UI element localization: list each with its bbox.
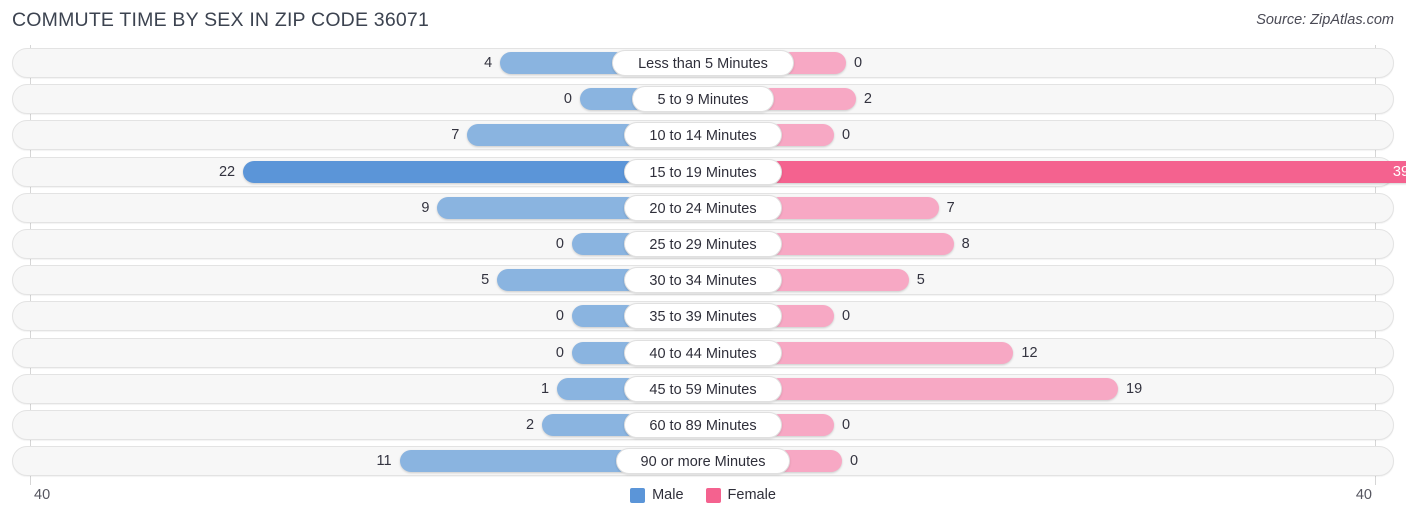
bar-male[interactable] [399,450,630,473]
category-label[interactable]: 45 to 59 Minutes [624,375,782,402]
table-row[interactable]: 5 5 30 to 34 Minutes [12,265,1394,296]
value-label-female: 0 [854,55,863,71]
bar-male[interactable] [500,52,626,74]
value-label-male: 0 [563,91,572,108]
value-label-female: 7 [946,199,955,216]
value-label-female: 12 [1021,344,1038,361]
value-label-male: 2 [526,417,535,433]
bar-male[interactable] [243,160,638,183]
value-label-female: 0 [842,308,851,325]
table-row[interactable]: 0 8 25 to 29 Minutes [12,229,1394,259]
bar-male[interactable] [497,269,638,292]
category-label[interactable]: 90 or more Minutes [616,448,790,475]
chart-plot-area: 4 0 Less than 5 Minutes 0 2 5 to 9 Minutes 7 0 1… [0,45,1406,485]
value-label-female: 5 [916,272,925,289]
table-row[interactable]: 4 0 Less than 5 Minutes [12,48,1394,78]
value-label-male: 7 [451,127,460,144]
table-row[interactable]: 2 0 60 to 89 Minutes [12,410,1394,440]
value-label-male: 5 [481,272,490,289]
bar-female[interactable] [768,341,1014,364]
table-row[interactable]: 11 0 90 or more Minutes [12,446,1394,477]
value-label-male: 1 [540,380,550,397]
category-label[interactable]: 35 to 39 Minutes [624,303,782,330]
table-row[interactable]: 1 19 45 to 59 Minutes [12,373,1394,404]
category-label[interactable]: 25 to 29 Minutes [624,231,782,257]
category-label[interactable]: 10 to 14 Minutes [624,122,782,149]
category-label[interactable]: 30 to 34 Minutes [624,267,782,294]
value-label-female: 0 [842,417,851,433]
table-row[interactable]: 0 2 5 to 9 Minutes [12,84,1394,115]
value-label-female: 0 [850,453,859,470]
value-label-female: 8 [961,236,970,252]
legend-label-male: Male [652,487,684,503]
value-label-male: 22 [218,163,236,180]
value-label-female: 2 [863,91,872,108]
category-label[interactable]: 40 to 44 Minutes [624,339,782,366]
legend-swatch-male-icon [630,487,646,503]
value-label-male: 0 [555,236,564,252]
chart-header: COMMUTE TIME BY SEX IN ZIP CODE 36071 So… [0,0,1406,42]
chart-legend: Male Female [0,487,1406,503]
value-label-male: 0 [555,344,564,361]
value-label-female: 19 [1126,380,1143,397]
bar-female[interactable] [768,233,954,255]
table-row[interactable]: 0 0 35 to 39 Minutes [12,301,1394,332]
table-row[interactable]: 9 7 20 to 24 Minutes [12,192,1394,223]
legend-label-female: Female [727,487,776,503]
table-row[interactable]: 7 0 10 to 14 Minutes [12,120,1394,151]
page-title: COMMUTE TIME BY SEX IN ZIP CODE 36071 [12,9,430,31]
value-label-male: 4 [484,55,493,71]
category-label[interactable]: 15 to 19 Minutes [624,158,782,185]
bar-male[interactable] [437,196,638,219]
category-label[interactable]: 20 to 24 Minutes [624,194,782,221]
source-attribution: Source: ZipAtlas.com [1256,12,1394,28]
value-label-male: 9 [421,199,430,216]
legend-swatch-female-icon [705,487,721,503]
bar-female[interactable] [768,269,909,292]
chart-footer: 40 40 Male Female [0,485,1406,523]
bar-female[interactable] [768,377,1119,400]
bar-male[interactable] [467,124,638,147]
category-label[interactable]: 60 to 89 Minutes [624,412,782,438]
value-label-female: 39 [1392,163,1406,180]
legend-item-male[interactable]: Male [630,487,684,503]
category-label[interactable]: 5 to 9 Minutes [632,86,774,113]
table-row[interactable]: 22 39 15 to 19 Minutes [12,156,1406,187]
legend-item-female[interactable]: Female [705,487,776,503]
bar-female[interactable] [768,196,939,219]
value-label-male: 11 [376,453,392,470]
value-label-female: 0 [842,127,851,144]
bar-female[interactable] [768,160,1406,183]
bar-female[interactable] [760,88,856,111]
category-label[interactable]: Less than 5 Minutes [612,50,794,76]
table-row[interactable]: 0 12 40 to 44 Minutes [12,337,1394,368]
value-label-male: 0 [555,308,564,325]
